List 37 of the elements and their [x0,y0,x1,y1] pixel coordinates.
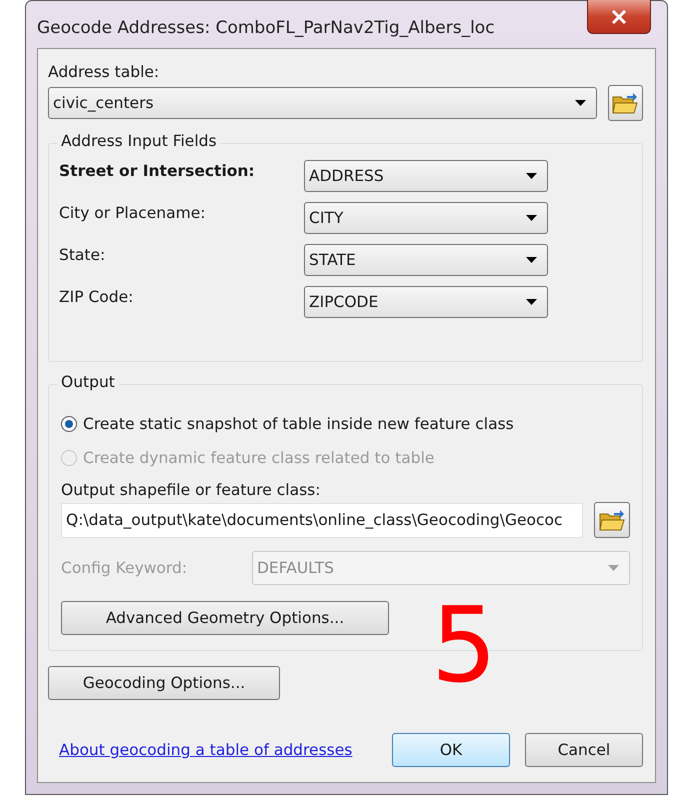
help-link[interactable]: About geocoding a table of addresses [59,741,352,759]
field-label: Street or Intersection: [59,162,255,180]
dropdown-arrow-icon [526,257,537,263]
window-title: Geocode Addresses: ComboFL_ParNav2Tig_Albers_loc [37,18,495,38]
dropdown-arrow-icon [526,215,537,221]
folder-icon [612,91,638,115]
annotation-number: 5 [431,593,498,697]
geocoding-options-button[interactable]: Geocoding Options... [48,666,280,700]
field-label: City or Placename: [59,204,206,222]
dropdown-arrow-icon [526,299,537,305]
config-keyword-label: Config Keyword: [61,559,188,577]
folder-icon [599,508,626,532]
field-dropdown[interactable]: CITY [304,202,548,234]
dropdown-arrow-icon [574,100,586,106]
address-table-dropdown[interactable]: civic_centers [48,87,597,119]
output-path-field[interactable]: Q:\data_output\kate\documents\online_class\Geocoding\Geococ [61,502,584,538]
radio-label: Create static snapshot of table inside new feature class [83,415,514,433]
field-dropdown[interactable]: STATE [304,244,548,276]
close-icon [611,10,627,24]
dropdown-arrow-icon [608,565,619,571]
close-button[interactable] [587,0,651,34]
ok-button[interactable]: OK [392,733,510,767]
output-path-label: Output shapefile or feature class: [61,481,322,499]
field-dropdown[interactable]: ADDRESS [304,160,548,192]
address-table-label: Address table: [48,63,160,81]
group-title: Output [57,373,119,391]
dropdown-arrow-icon [526,173,537,179]
field-label: ZIP Code: [59,288,134,306]
browse-button[interactable] [608,85,643,121]
cancel-button[interactable]: Cancel [525,733,643,767]
radio-label: Create dynamic feature class related to table [83,449,434,467]
advanced-geometry-button[interactable]: Advanced Geometry Options... [61,601,389,635]
browse-button[interactable] [594,502,630,538]
field-dropdown[interactable]: ZIPCODE [304,286,548,318]
radio-button[interactable] [61,416,77,432]
group-title: Address Input Fields [57,132,221,150]
field-label: State: [59,246,106,264]
